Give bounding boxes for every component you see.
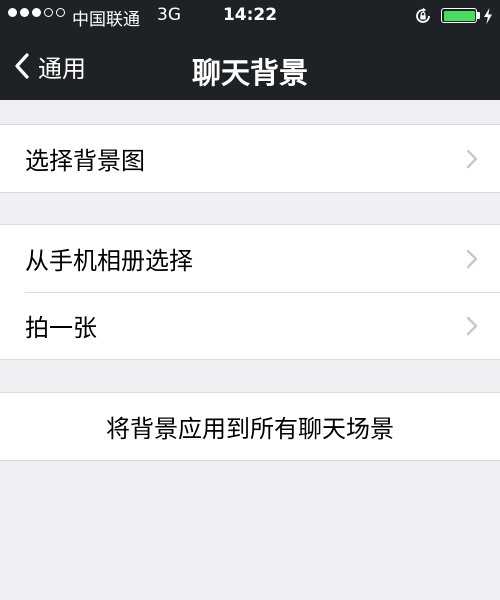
cell-label: 拍一张 xyxy=(25,314,97,342)
charging-icon xyxy=(484,8,492,24)
back-button[interactable]: 通用 xyxy=(12,44,86,88)
battery-fill xyxy=(443,10,475,21)
chevron-right-icon xyxy=(466,316,478,336)
status-bar: 中国联通 3G 14:22 xyxy=(0,0,500,32)
rotation-lock-icon xyxy=(416,7,430,23)
battery-cap xyxy=(477,12,480,19)
select-background-cell[interactable]: 选择背景图 xyxy=(0,125,500,192)
settings-group-source: 从手机相册选择 拍一张 xyxy=(0,224,500,360)
cell-label: 选择背景图 xyxy=(25,147,145,175)
choose-from-album-cell[interactable]: 从手机相册选择 xyxy=(0,225,500,292)
screen: 中国联通 3G 14:22 通用 聊天背景 选择背景图 从手机相册选择 拍一张 … xyxy=(0,0,500,600)
settings-group-background: 选择背景图 xyxy=(0,124,500,193)
chevron-left-icon xyxy=(15,53,29,79)
apply-to-all-chats-button[interactable]: 将背景应用到所有聊天场景 xyxy=(0,393,500,460)
navigation-bar: 通用 聊天背景 xyxy=(0,32,500,100)
cell-label: 将背景应用到所有聊天场景 xyxy=(106,415,394,443)
back-label: 通用 xyxy=(38,54,86,83)
chevron-right-icon xyxy=(466,249,478,269)
settings-group-apply: 将背景应用到所有聊天场景 xyxy=(0,392,500,461)
take-photo-cell[interactable]: 拍一张 xyxy=(0,292,500,359)
battery-icon xyxy=(441,8,477,23)
chevron-right-icon xyxy=(466,149,478,169)
cell-label: 从手机相册选择 xyxy=(25,247,193,275)
